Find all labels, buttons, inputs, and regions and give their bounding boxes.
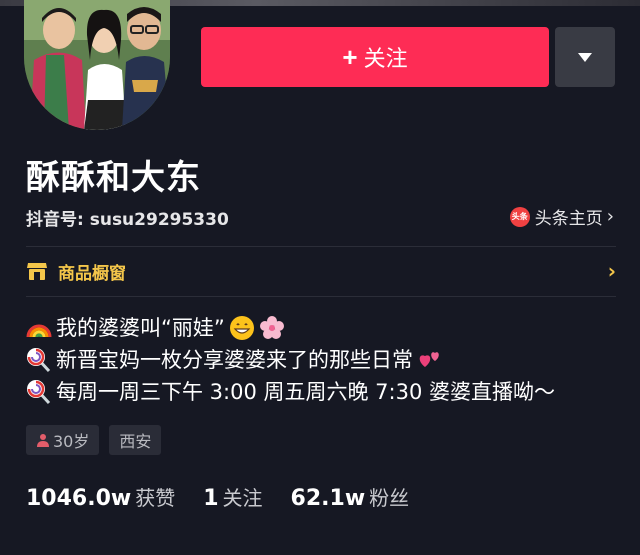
bio-line: 每周一周三下午 3:00 周五周六晚 7:30 婆婆直播呦～	[26, 376, 555, 408]
grin-icon	[229, 316, 254, 340]
divider	[26, 246, 616, 247]
chevron-right-icon: ›	[606, 206, 614, 227]
cherry-blossom-icon	[259, 316, 284, 339]
likes-label: 获赞	[135, 486, 176, 510]
likes-count: 1046.0w	[26, 486, 132, 511]
following-stat[interactable]: 1 关注	[203, 482, 262, 511]
profile-name: 酥酥和大东	[26, 158, 201, 198]
more-options-button[interactable]	[555, 27, 615, 87]
following-count: 1	[203, 486, 219, 511]
shop-icon	[27, 263, 47, 280]
bio-line: 新晋宝妈一枚分享婆婆来了的那些日常	[26, 344, 555, 376]
product-showcase-label: 商品橱窗	[58, 263, 126, 284]
follow-button-label: 关注	[363, 46, 408, 71]
person-icon	[37, 434, 49, 447]
toutiao-icon: 头条	[509, 206, 530, 227]
lollipop-icon	[27, 380, 51, 405]
product-showcase-row[interactable]: 商品橱窗 ›	[26, 248, 616, 294]
bio-line-1: 我的婆婆叫“丽娃”	[56, 316, 225, 340]
lollipop-icon	[27, 348, 51, 373]
bio-line-3: 每周一周三下午 3:00 周五周六晚 7:30 婆婆直播呦～	[56, 380, 556, 404]
caret-down-icon	[578, 52, 592, 62]
divider	[26, 296, 616, 297]
bio-line: 我的婆婆叫“丽娃”	[26, 312, 555, 344]
fans-label: 粉丝	[369, 486, 410, 510]
city-tag-label: 西安	[119, 432, 152, 451]
follow-button[interactable]: + 关注	[201, 27, 549, 87]
douyin-id: 抖音号: susu29295330	[26, 210, 229, 230]
profile-stats: 1046.0w 获赞 1 关注 62.1w 粉丝	[26, 482, 437, 511]
avatar[interactable]	[24, 0, 170, 130]
plus-icon: +	[342, 41, 358, 72]
fans-count: 62.1w	[290, 486, 366, 511]
age-tag-label: 30岁	[53, 432, 90, 451]
following-label: 关注	[222, 486, 263, 510]
fans-stat[interactable]: 62.1w 粉丝	[291, 482, 410, 511]
chevron-right-icon: ›	[607, 259, 616, 283]
profile-tags: 30岁 西安	[26, 425, 162, 455]
bio-line-2: 新晋宝妈一枚分享婆婆来了的那些日常	[56, 348, 413, 372]
city-tag: 西安	[109, 425, 162, 455]
toutiao-homepage-link[interactable]: 头条 头条主页 ›	[509, 204, 614, 229]
bio: 我的婆婆叫“丽娃” 新晋宝妈一枚分享婆婆来了的那些日常 每周一周三下午 3:00…	[26, 312, 555, 408]
rainbow-icon	[26, 324, 52, 338]
likes-stat[interactable]: 1046.0w 获赞	[26, 482, 175, 511]
toutiao-label: 头条主页	[534, 209, 603, 229]
age-tag: 30岁	[26, 425, 100, 455]
two-hearts-icon	[419, 352, 439, 367]
